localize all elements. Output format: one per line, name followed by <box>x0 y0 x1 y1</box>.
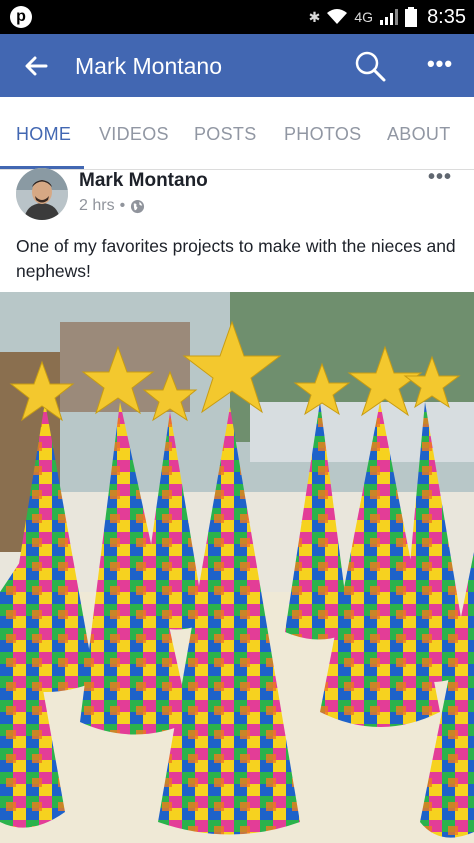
meta-separator: • <box>119 197 126 214</box>
network-type: 4G <box>354 9 374 25</box>
wifi-icon <box>327 9 348 24</box>
back-button[interactable] <box>18 48 54 84</box>
globe-icon <box>131 199 145 213</box>
search-button[interactable] <box>352 48 388 84</box>
tab-posts[interactable]: POSTS <box>194 124 257 145</box>
post-image[interactable] <box>0 292 474 843</box>
tab-about[interactable]: ABOUT <box>387 124 451 145</box>
tab-home[interactable]: HOME <box>16 124 71 145</box>
pinterest-icon: p <box>10 6 32 28</box>
more-options-button[interactable]: ••• <box>422 50 458 82</box>
status-bar: p ✱ 4G 8:35 <box>0 0 474 34</box>
page-tabs: HOME VIDEOS POSTS PHOTOS ABOUT <box>0 97 474 170</box>
christmas-tree-craft-photo <box>0 292 474 843</box>
post-author[interactable]: Mark Montano <box>79 170 208 192</box>
arrow-left-icon <box>25 56 48 76</box>
post-header: Mark Montano 2 hrs • ••• <box>0 166 474 240</box>
app-bar: Mark Montano ••• <box>0 34 474 97</box>
page-title: Mark Montano <box>75 53 223 79</box>
search-icon <box>355 51 386 82</box>
signal-icon <box>380 9 399 25</box>
tab-photos[interactable]: PHOTOS <box>284 124 361 145</box>
tab-videos[interactable]: VIDEOS <box>99 124 169 145</box>
post-options-button[interactable]: ••• <box>428 166 452 189</box>
clock: 8:35 <box>427 5 466 28</box>
battery-icon <box>405 7 418 27</box>
bluetooth-icon: ✱ <box>308 8 321 25</box>
post-text: One of my favorites projects to make wit… <box>16 236 456 281</box>
post-time[interactable]: 2 hrs <box>79 197 115 215</box>
avatar[interactable] <box>16 168 68 220</box>
post-meta: 2 hrs • <box>79 197 145 215</box>
status-icons: ✱ 4G 8:35 <box>309 5 466 29</box>
